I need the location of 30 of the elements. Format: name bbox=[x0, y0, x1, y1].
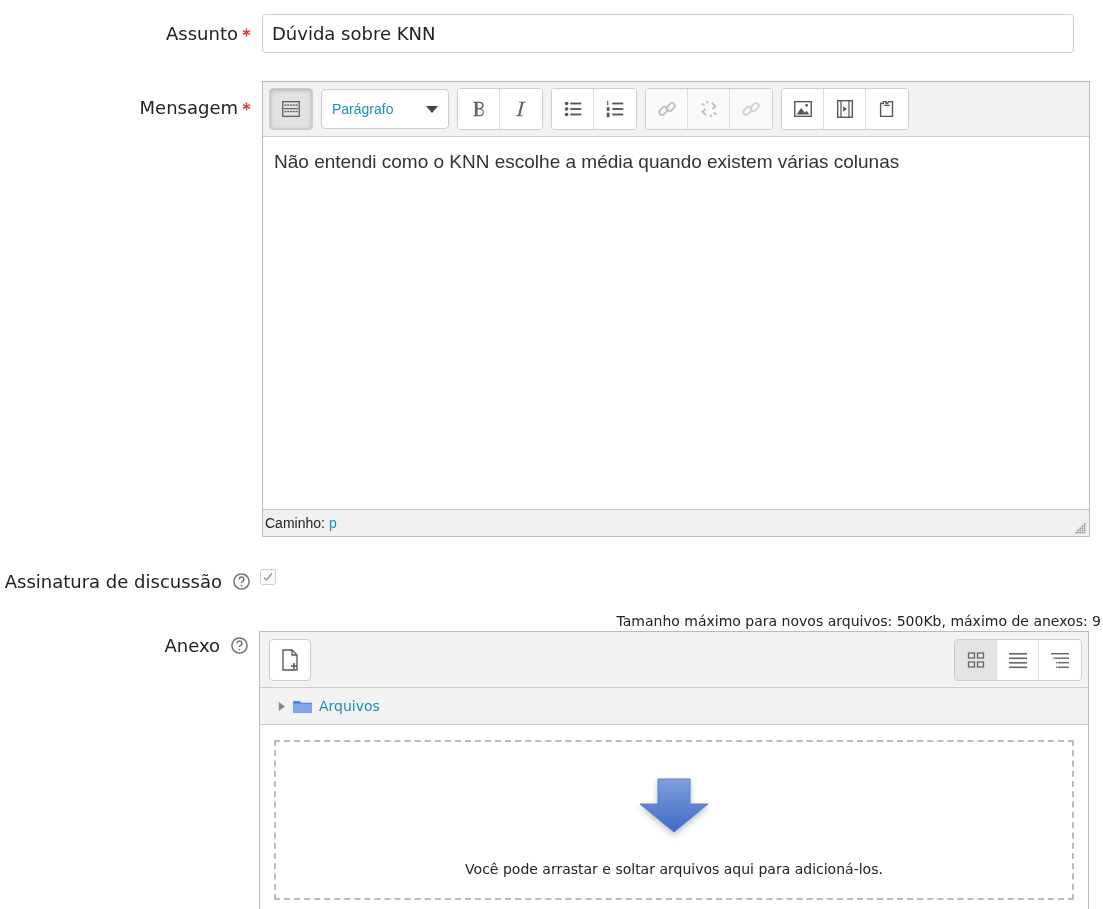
field-label: Anexo bbox=[164, 634, 220, 656]
folder-icon bbox=[292, 698, 313, 714]
format-dropdown[interactable]: Parágrafo bbox=[321, 89, 449, 129]
list-view-button[interactable] bbox=[997, 639, 1039, 680]
down-arrow-icon bbox=[639, 778, 709, 834]
image-icon bbox=[791, 98, 814, 120]
icons-view-button[interactable] bbox=[955, 639, 997, 680]
toggle-button[interactable] bbox=[270, 89, 312, 129]
add-file-icon bbox=[280, 647, 300, 672]
bold-button[interactable] bbox=[458, 89, 500, 129]
help-icon[interactable] bbox=[230, 635, 249, 655]
path-label: Caminho: bbox=[265, 515, 325, 531]
limits-note: Tamanho máximo para novos arquivos: 500Kb, máximo de anexos: 9 bbox=[616, 613, 1101, 629]
icons-view-icon bbox=[965, 649, 986, 670]
message-text[interactable]: Não entendi como o KNN escolhe a média quando existem várias colunas bbox=[263, 137, 1089, 509]
tree-view-button[interactable] bbox=[1039, 639, 1081, 680]
caret-icon bbox=[426, 105, 438, 113]
add-file-button[interactable] bbox=[269, 638, 311, 681]
numbers-icon bbox=[604, 98, 626, 120]
subject-field[interactable]: Dúvida sobre KNN bbox=[262, 14, 1074, 53]
image-button[interactable] bbox=[782, 89, 824, 129]
field-label: Mensagem bbox=[139, 96, 238, 118]
toggle-icon bbox=[280, 98, 302, 120]
resize-handle-icon[interactable] bbox=[1075, 523, 1086, 534]
expand-arrow-icon[interactable] bbox=[277, 701, 286, 711]
drop-hint: Você pode arrastar e soltar arquivos aqui para adicioná-los. bbox=[465, 861, 883, 877]
field-label: Assinatura de discussão bbox=[4, 570, 222, 592]
bullets-button[interactable] bbox=[552, 89, 594, 129]
drop-zone[interactable]: Você pode arrastar e soltar arquivos aqui para adicioná-los. bbox=[274, 740, 1074, 900]
field-label: Assunto bbox=[166, 23, 238, 44]
